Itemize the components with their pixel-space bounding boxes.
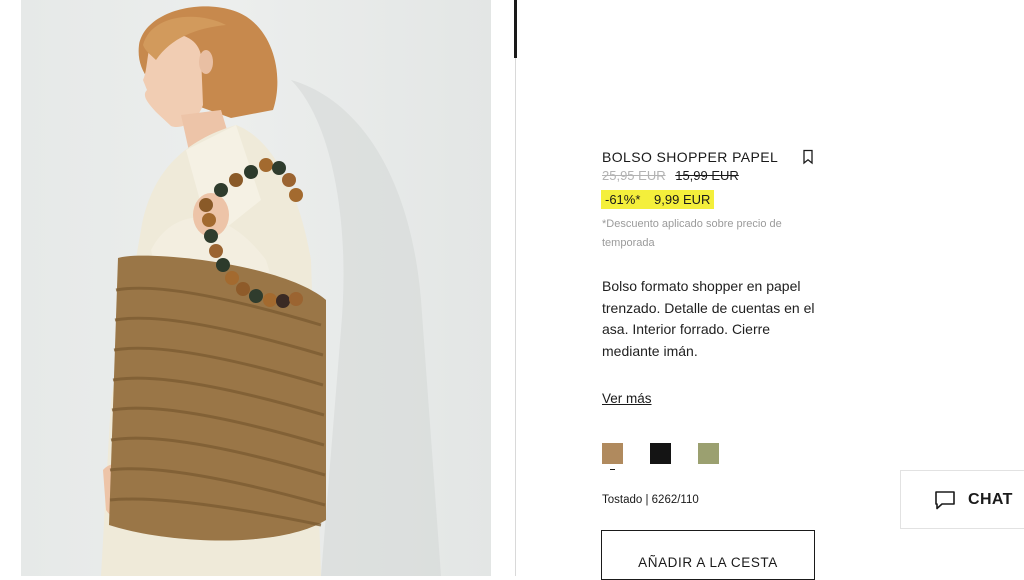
panel-divider	[515, 0, 516, 576]
current-price: 9,99 EUR	[654, 192, 711, 207]
price-history: 25,95 EUR 15,99 EUR	[602, 168, 739, 183]
see-more-link[interactable]: Ver más	[602, 391, 652, 406]
discount-note: *Descuento aplicado sobre precio de temp…	[602, 218, 782, 249]
product-image[interactable]	[21, 0, 491, 576]
previous-price: 15,99 EUR	[675, 168, 739, 183]
discount-percent: -61%*	[605, 192, 641, 207]
color-swatch-tostado[interactable]	[602, 443, 623, 464]
bookmark-icon[interactable]	[801, 149, 815, 165]
add-to-cart-button[interactable]: AÑADIR A LA CESTA	[601, 530, 815, 580]
original-price: 25,95 EUR	[602, 168, 666, 183]
selected-swatch-indicator	[610, 469, 615, 470]
image-scroll-indicator	[514, 0, 517, 58]
promo-price-badge: -61%* 9,99 EUR	[601, 190, 715, 209]
chat-bubble-icon	[934, 489, 956, 511]
selected-color-reference: Tostado | 6262/110	[602, 494, 699, 506]
product-description: Bolso formato shopper en papel trenzado.…	[602, 278, 815, 359]
color-swatch-kaki[interactable]	[698, 443, 719, 464]
chat-button[interactable]: CHAT	[900, 470, 1024, 529]
color-swatch-negro[interactable]	[650, 443, 671, 464]
chat-label: CHAT	[968, 491, 1013, 508]
product-title: BOLSO SHOPPER PAPEL	[602, 149, 779, 165]
